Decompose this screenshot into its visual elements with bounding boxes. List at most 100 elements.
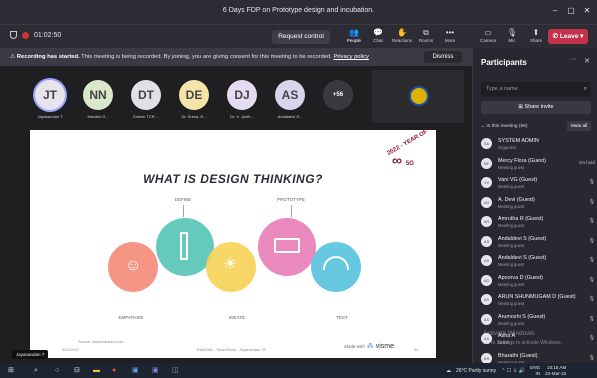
participant-row[interactable]: AS Andaldevi S (Guest) Meeting guest 🎙 — [481, 234, 595, 254]
privacy-policy-link[interactable]: Privacy policy — [333, 54, 368, 60]
participant-avatar: SA — [481, 138, 492, 149]
gallery-avatar[interactable]: JT Jayanandan T — [30, 80, 70, 119]
gallery-avatar[interactable]: AS Andaldevi S... — [270, 80, 310, 119]
banner-text: This meeting is being recorded. By joini… — [79, 54, 334, 60]
share-invite-button[interactable]: ⊞ Share invite — [481, 101, 591, 114]
toolbar-item-label: Rooms — [418, 38, 434, 43]
toolbar-actions: 👥 People 💬 Chat ✋ Reactions ⧉ Rooms ••• More ▭ Came… — [342, 27, 548, 43]
visme-name: visme — [375, 343, 394, 350]
meeting-stage: ⚠ Recording has started. This meeting is… — [0, 48, 472, 366]
more-options-icon[interactable]: ··· — [570, 56, 577, 63]
participant-name: Andaldevi S (Guest) — [498, 235, 547, 242]
participant-row[interactable]: AD Apoorva D (Guest) Meeting guest 🎙 — [481, 273, 595, 293]
language-indicator[interactable]: ENG IN — [530, 365, 540, 376]
more-participants-button[interactable]: +56 — [318, 80, 358, 119]
title-bar: 6 Days FDP on Prototype design and incub… — [0, 0, 597, 24]
infinity-logo: ∞ 5G — [392, 152, 414, 168]
close-panel-icon[interactable]: ✕ — [584, 57, 590, 65]
participant-name: Mercy Flora (Guest) — [498, 157, 546, 164]
in-meeting-section[interactable]: ⌄ In this meeting (65) — [481, 124, 527, 129]
mic-muted-icon[interactable]: 🎙 — [589, 316, 595, 322]
gallery-avatar[interactable]: NN Nandini G... — [78, 80, 118, 119]
avatar-name: Nandini G... — [87, 114, 109, 119]
mic-muted-icon[interactable]: 🎙 — [589, 257, 595, 263]
stage-label-prototype: PROTOTYPE — [277, 197, 305, 202]
meeting-toolbar: 01:02:50 Request control 👥 People 💬 Chat ✋ Re… — [0, 24, 597, 48]
app-icon[interactable]: ▣ — [132, 366, 139, 375]
weather-icon: ☁ — [446, 367, 451, 374]
gauge-icon — [323, 256, 349, 270]
mic-muted-icon[interactable]: 🎙 — [589, 238, 595, 244]
toolbar-item-label: Chat — [373, 38, 383, 43]
windows-start-icon[interactable]: ⊞ — [8, 366, 14, 375]
app2-icon[interactable]: ◫ — [172, 366, 179, 375]
participant-row[interactable]: AS Andaldevi S (Guest) Meeting guest 🎙 — [481, 253, 595, 273]
teams-window: 6 Days FDP on Prototype design and incub… — [0, 0, 597, 378]
mic-muted-icon[interactable]: 🎙 — [589, 335, 595, 341]
participant-search-input[interactable]: Type a name ⌕ — [481, 82, 591, 97]
file-explorer-icon[interactable]: ▬ — [93, 366, 100, 375]
activate-windows-text: Go to Settings to activate Windows. — [483, 340, 562, 346]
toolbar-more-button[interactable]: ••• More — [438, 27, 462, 43]
toolbar-rooms-button[interactable]: ⧉ Rooms — [414, 27, 438, 43]
meeting-timer: 01:02:50 — [34, 31, 62, 39]
slide-page-number: 34 — [414, 348, 419, 352]
mic-muted-icon[interactable]: 🎙 — [589, 355, 595, 361]
define-connector — [183, 205, 184, 217]
stage-label-ideate: IDEATE — [229, 315, 245, 320]
toolbar-camera-button[interactable]: ▭ Camera — [476, 27, 500, 43]
participant-row[interactable]: AD A. Devi (Guest) Meeting guest 🎙 — [481, 195, 595, 215]
widgets-icon[interactable]: ⊟ — [74, 366, 80, 375]
dismiss-button[interactable]: Dismiss — [424, 51, 462, 63]
participant-avatar: MF — [481, 157, 492, 169]
participant-avatar: AS — [481, 235, 492, 247]
participant-row[interactable]: SA SYSTEM ADMIN Organizer — [481, 136, 595, 156]
taskbar-search-icon[interactable]: ⌕ — [34, 366, 38, 375]
gallery-avatar[interactable]: DT Dinesh TCR ... — [126, 80, 166, 119]
participant-row[interactable]: MF Mercy Flora (Guest) Meeting guest On hol… — [481, 156, 595, 176]
participant-row[interactable]: AR Amrutha R (Guest) Meeting guest 🎙 — [481, 214, 595, 234]
mic-muted-icon[interactable]: 🎙 — [589, 277, 595, 283]
system-tray: ☁ 26°C Partly sunny ⌃ ☐ ⏚ 🔊 ENG IN 10:18 … — [446, 365, 566, 376]
minimize-button[interactable]: – — [548, 4, 562, 18]
participant-status: On hold — [578, 159, 595, 165]
toolbar-reactions-button[interactable]: ✋ Reactions — [390, 27, 414, 43]
toolbar-item-label: People — [346, 38, 361, 43]
toolbar-mic-button[interactable]: 🎙 Mic — [500, 27, 524, 43]
participant-row[interactable]: VV Vani VG (Guest) Meeting guest 🎙 — [481, 175, 595, 195]
request-control-button[interactable]: Request control — [272, 30, 330, 44]
lang: ENG — [530, 365, 541, 370]
toolbar-chat-button[interactable]: 💬 Chat — [366, 27, 390, 43]
tray-icons[interactable]: ⌃ ☐ ⏚ 🔊 — [501, 367, 525, 374]
clock[interactable]: 10:18 AM 22-Mar-22 — [545, 365, 566, 376]
lightbulb-icon: ☀ — [223, 256, 238, 273]
prototype-connector — [291, 205, 292, 217]
participant-gallery: JT Jayanandan T NN Nandini G... DT Dinesh TCR… — [30, 80, 366, 119]
toolbar-share-button[interactable]: ⬆ Share — [524, 27, 548, 43]
participant-avatar: AR — [481, 216, 492, 227]
mic-muted-icon[interactable]: 🎙 — [589, 218, 595, 224]
mic-muted-icon[interactable]: 🎙 — [589, 296, 595, 302]
participant-row[interactable]: AS Arumozhi S (Guest) Meeting guest 🎙 — [481, 312, 595, 332]
college-logo — [409, 86, 429, 106]
gallery-avatar[interactable]: DJ Dr. V. Jyoth... — [222, 80, 262, 119]
avatar-name: Dr. Suma- E... — [181, 114, 207, 119]
gallery-avatar[interactable]: DE Dr. Suma- E... — [174, 80, 214, 119]
leave-button[interactable]: ✆ Leave ▾ — [548, 29, 588, 44]
participant-name: Andaldevi S (Guest) — [498, 255, 547, 261]
video-tile[interactable] — [372, 70, 464, 123]
mic-muted-icon[interactable]: 🎙 — [589, 179, 595, 185]
banner-bold: Recording has started. — [16, 54, 80, 60]
mic-muted-icon[interactable]: 🎙 — [589, 199, 595, 205]
mute-all-button[interactable]: Mute all — [567, 121, 591, 131]
task-view-icon[interactable]: ○ — [55, 366, 59, 375]
participant-name: Bharathi (Guest) — [498, 352, 538, 359]
teams-icon[interactable]: ▣ — [152, 366, 159, 375]
chrome-icon[interactable]: ● — [112, 366, 116, 375]
maximize-button[interactable]: ▢ — [564, 4, 578, 18]
participant-row[interactable]: AS ARUN SHUNMUGAM D (Guest) Meeting guest 🎙 — [481, 292, 595, 312]
toolbar-people-button[interactable]: 👥 People — [342, 27, 366, 43]
avatar-initials: DJ — [227, 80, 257, 110]
participant-avatar: AS — [481, 255, 492, 266]
close-button[interactable]: ✕ — [580, 4, 594, 18]
